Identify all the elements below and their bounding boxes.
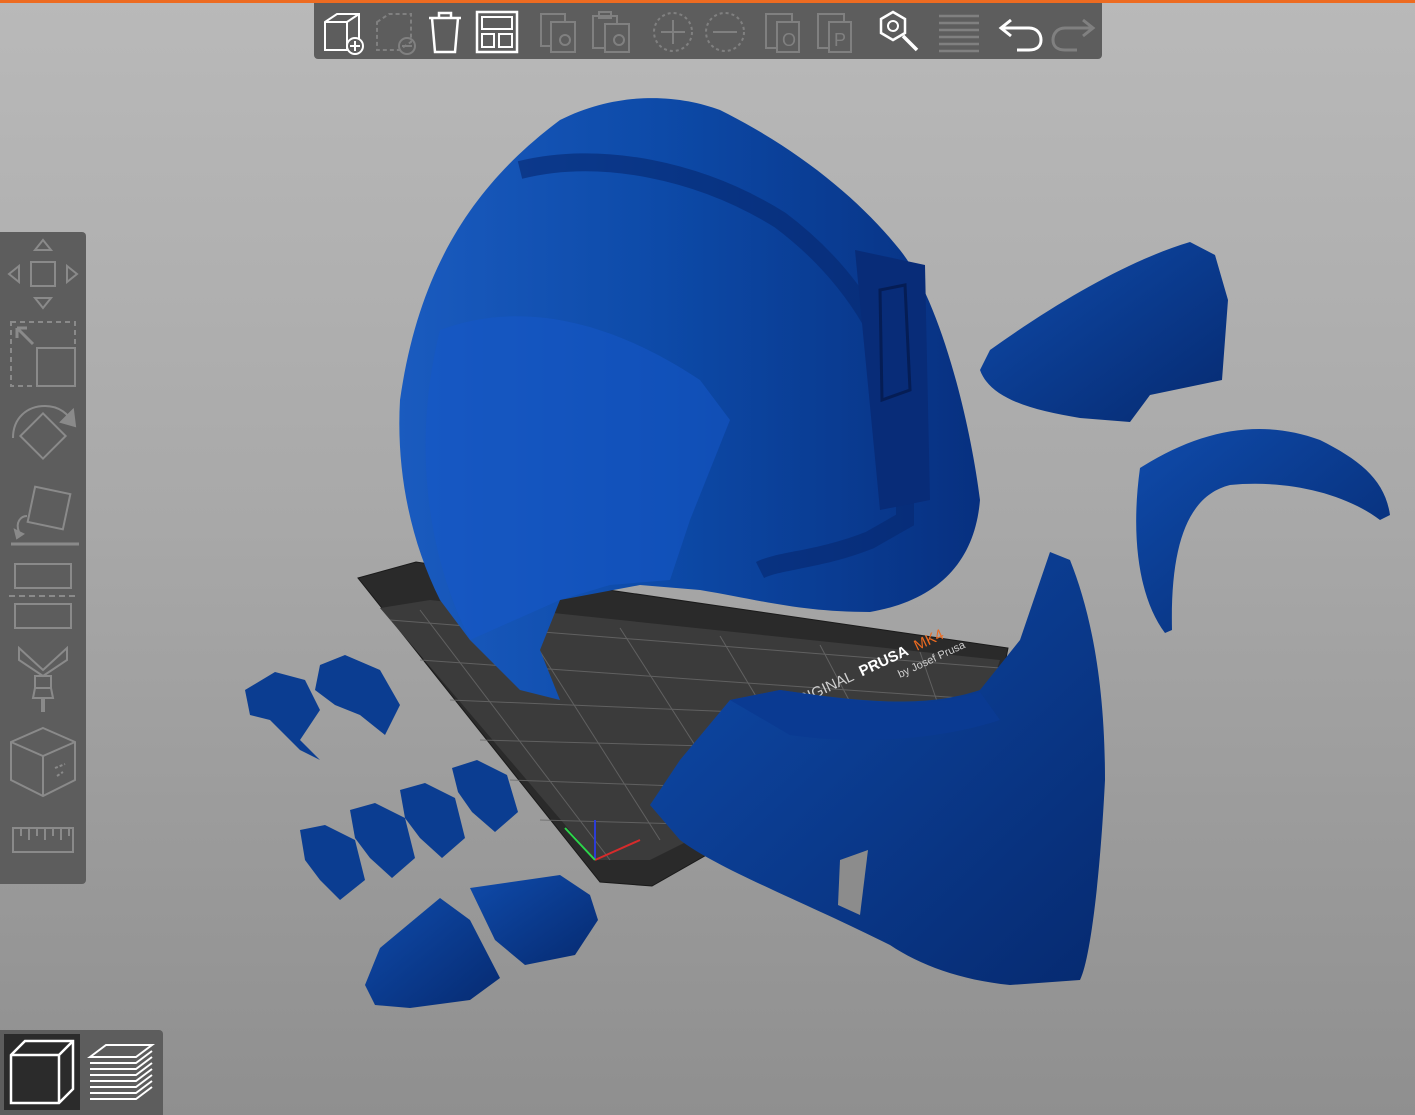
split-objects-icon: O [765,13,800,53]
measure-icon [12,827,74,853]
delete-all-icon [429,11,461,54]
sla-support-tool[interactable] [4,724,82,800]
move-icon [7,238,79,310]
arrange-button[interactable] [472,7,522,57]
view-mode-toggle [0,1030,163,1115]
arrange-icon [475,10,519,54]
add-icon [324,13,364,55]
cheek-wedge-pieces[interactable] [365,875,598,1008]
split-parts-button[interactable]: P [814,7,864,57]
place-on-face-tool[interactable] [4,478,82,554]
3d-view-button[interactable] [4,1034,80,1110]
sla-support-icon [10,726,76,798]
paste-button[interactable] [588,7,638,57]
add-instance-icon [653,12,693,52]
redo-icon [1051,18,1096,52]
scale-icon [10,321,76,387]
3d-view-icon [9,1039,75,1105]
top-toolbar: O P [314,3,1102,59]
delete-dashed-icon [376,13,416,55]
3d-viewport[interactable]: ORIGINAL PRUSA MK4 by Josef Prusa [0,0,1415,1115]
search-button[interactable] [874,7,924,57]
svg-text:O: O [782,30,796,50]
undo-icon [998,18,1043,52]
place-on-face-icon [11,485,79,546]
copy-icon [540,13,576,53]
rotate-tool[interactable] [4,398,82,474]
visor-arc-piece[interactable] [1136,429,1390,633]
split-parts-icon: P [817,13,852,53]
delete-button[interactable] [370,7,420,57]
paint-icon [18,645,68,712]
redo-button[interactable] [1048,7,1098,57]
remove-instance-icon [705,12,745,52]
paste-icon [592,11,630,53]
cut-icon [9,563,77,629]
measure-tool[interactable] [4,802,82,878]
delete-all-button[interactable] [420,7,470,57]
add-instance-button[interactable] [648,7,698,57]
search-icon [879,10,919,52]
gizmo-toolbar [0,232,86,884]
preview-icon [87,1044,155,1100]
add-button[interactable] [318,7,368,57]
visor-top-piece[interactable] [980,242,1228,422]
cut-tool[interactable] [4,558,82,634]
remove-instance-button[interactable] [700,7,750,57]
paint-tool[interactable] [4,640,82,716]
scale-tool[interactable] [4,316,82,392]
undo-button[interactable] [996,7,1046,57]
rotate-icon [12,404,77,461]
copy-button[interactable] [536,7,586,57]
split-objects-button[interactable]: O [762,7,812,57]
layers-editing-icon [939,14,979,53]
svg-text:P: P [834,30,846,50]
preview-button[interactable] [83,1034,159,1110]
layers-editing-button[interactable] [934,7,984,57]
move-tool[interactable] [4,236,82,312]
